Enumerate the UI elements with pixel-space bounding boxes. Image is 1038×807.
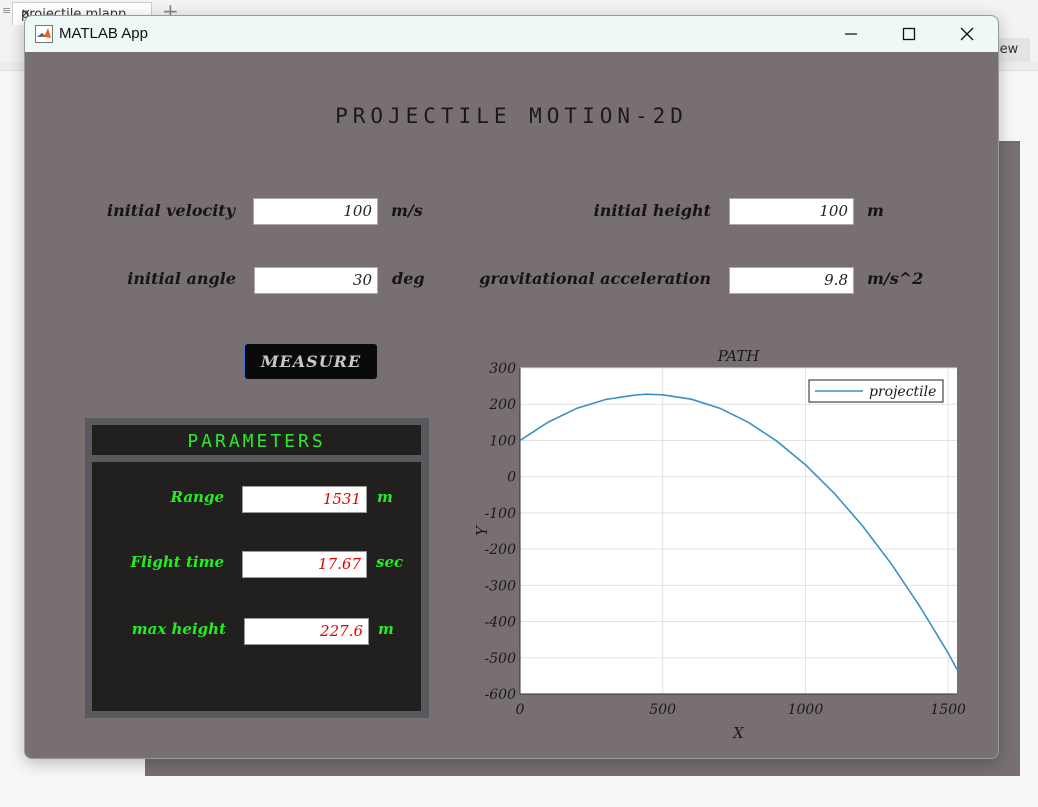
parameters-panel-body: PARAMETERS Range 1531 m Flight time 17.6…: [92, 425, 421, 711]
close-icon: [960, 27, 974, 41]
chart-title: PATH: [717, 347, 761, 365]
y-tick-label: -400: [485, 615, 517, 631]
parameters-panel: PARAMETERS Range 1531 m Flight time 17.6…: [85, 418, 429, 718]
y-tick-label: 200: [488, 397, 516, 413]
minimize-icon: [845, 33, 857, 35]
measure-button[interactable]: MEASURE: [244, 343, 378, 380]
height-unit: m: [867, 201, 884, 220]
max-height-output: 227.6: [244, 618, 369, 645]
x-axis-label: X: [732, 724, 745, 738]
y-tick-label: -100: [485, 506, 517, 522]
app-title: PROJECTILE MOTION-2D: [335, 104, 688, 128]
maximize-button[interactable]: [880, 16, 938, 52]
y-tick-label: -500: [485, 651, 517, 667]
matlab-icon: [35, 25, 53, 43]
window-title: MATLAB App: [59, 25, 148, 42]
y-tick-label: 300: [489, 361, 516, 377]
maximize-icon: [902, 27, 916, 41]
velocity-input[interactable]: 100: [253, 198, 378, 225]
flight-time-unit: sec: [376, 553, 404, 571]
velocity-unit: m/s: [391, 201, 423, 220]
parameters-divider: [92, 455, 421, 462]
y-tick-label: -200: [485, 542, 517, 558]
gravity-label: gravitational acceleration: [479, 269, 711, 288]
flight-time-output: 17.67: [242, 551, 367, 578]
gravity-input[interactable]: 9.8: [729, 267, 854, 294]
max-height-unit: m: [378, 620, 394, 638]
legend-label: projectile: [869, 384, 936, 400]
gravity-unit: m/s^2: [867, 269, 924, 288]
y-tick-label: 100: [489, 433, 516, 449]
app-window: MATLAB App PROJECTILE MOTION-2D initial …: [24, 15, 999, 759]
parameters-title: PARAMETERS: [187, 431, 326, 452]
range-label: Range: [170, 488, 224, 506]
y-tick-label: -600: [485, 687, 517, 703]
range-unit: m: [377, 488, 393, 506]
flight-time-label: Flight time: [130, 553, 224, 571]
angle-input[interactable]: 30: [254, 267, 378, 294]
close-button[interactable]: [938, 16, 996, 52]
title-bar[interactable]: MATLAB App: [25, 16, 998, 52]
range-output: 1531: [242, 486, 367, 513]
menu-icon[interactable]: ≡: [2, 4, 11, 17]
y-tick-label: 0: [507, 470, 516, 486]
path-chart: 3002001000-100-200-300-400-500-6000 500 10…: [473, 347, 966, 738]
angle-unit: deg: [392, 269, 425, 288]
x-tick-label: 500: [649, 702, 676, 718]
height-input[interactable]: 100: [729, 198, 854, 225]
x-tick-label: 0: [516, 702, 525, 718]
x-tick-label: 1000: [788, 702, 824, 718]
max-height-label: max height: [131, 620, 226, 638]
height-label: initial height: [593, 201, 711, 220]
y-axis-label: Y: [473, 524, 491, 536]
y-tick-label: -300: [485, 578, 517, 594]
x-tick-label: 1500: [930, 702, 966, 718]
minimize-button[interactable]: [822, 16, 880, 52]
velocity-label: initial velocity: [106, 201, 235, 220]
angle-label: initial angle: [127, 269, 236, 288]
